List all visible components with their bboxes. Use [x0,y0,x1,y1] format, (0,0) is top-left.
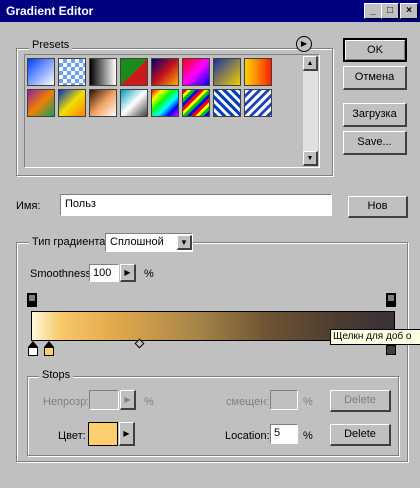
save-button[interactable]: Save... [343,131,407,155]
preset-swatch[interactable] [58,89,86,117]
preset-swatch[interactable] [244,89,272,117]
ok-button[interactable]: OK [343,38,407,62]
opacity-input[interactable] [89,390,119,410]
delete-button-top[interactable]: Delete [330,390,391,412]
color-stop-left[interactable] [28,347,38,356]
preset-swatch[interactable] [89,58,117,86]
scroll-up-icon[interactable]: ▲ [303,56,318,71]
delete-button[interactable]: Delete [330,424,391,446]
stops-label: Stops [39,369,74,381]
preset-swatch[interactable] [27,89,55,117]
location-input-top[interactable] [270,390,298,410]
close-button[interactable]: × [400,3,418,19]
opacity-label: Непрозр: [43,396,90,408]
preset-swatch[interactable] [182,89,210,117]
gradient-type-label: Тип градиента: [29,236,112,248]
window-title: Gradient Editor [6,4,94,18]
minimize-button[interactable]: _ [364,3,382,19]
preset-swatch[interactable] [120,89,148,117]
color-stop-right[interactable] [386,345,396,355]
opacity-stop-right-inner [388,295,394,301]
preset-swatch[interactable] [213,58,241,86]
new-button[interactable]: Нов [348,196,408,218]
color-arrow-icon[interactable]: ▶ [119,422,135,446]
gradient-type-value: Сплошной [110,236,164,248]
smoothness-label: Smoothness: [30,268,95,280]
scroll-down-icon[interactable]: ▼ [303,151,318,166]
location-label: Location: [225,430,270,442]
smoothness-input[interactable]: 100 [89,264,119,282]
preset-swatch[interactable] [213,89,241,117]
opacity-stop-left-inner [29,295,35,301]
smoothness-unit: % [144,268,154,280]
color-stop-selected[interactable] [44,347,54,356]
presets-menu-icon[interactable]: ▶ [296,36,312,52]
chevron-down-icon[interactable]: ▼ [177,235,192,250]
preset-swatch[interactable] [151,58,179,86]
preset-swatch[interactable] [244,58,272,86]
maximize-button[interactable]: □ [381,3,399,19]
location-unit: % [303,430,313,442]
name-label: Имя: [16,200,41,212]
opacity-arrow-icon[interactable]: ▶ [120,390,136,410]
load-button[interactable]: Загрузка [343,103,407,127]
preset-swatch[interactable] [89,89,117,117]
cancel-button[interactable]: Отмена [343,66,407,90]
preset-swatch[interactable] [120,58,148,86]
name-input[interactable]: Польз [60,194,332,216]
color-label: Цвет: [58,430,86,442]
preset-swatch[interactable] [58,58,86,86]
presets-grid [26,57,302,165]
preset-swatch[interactable] [151,89,179,117]
preset-swatch[interactable] [182,58,210,86]
tooltip: Щелкн для доб о [330,329,420,345]
smoothness-slider-arrow-icon[interactable]: ▶ [120,264,136,282]
presets-scrollbar[interactable] [303,56,318,166]
location-input[interactable]: 5 [270,424,298,444]
opacity-unit: % [144,396,154,408]
stop-color-swatch[interactable] [88,422,118,446]
location-label-top: смещен: [226,396,270,408]
location-unit-top: % [303,396,313,408]
preset-swatch[interactable] [27,58,55,86]
presets-label: Presets [29,39,73,51]
